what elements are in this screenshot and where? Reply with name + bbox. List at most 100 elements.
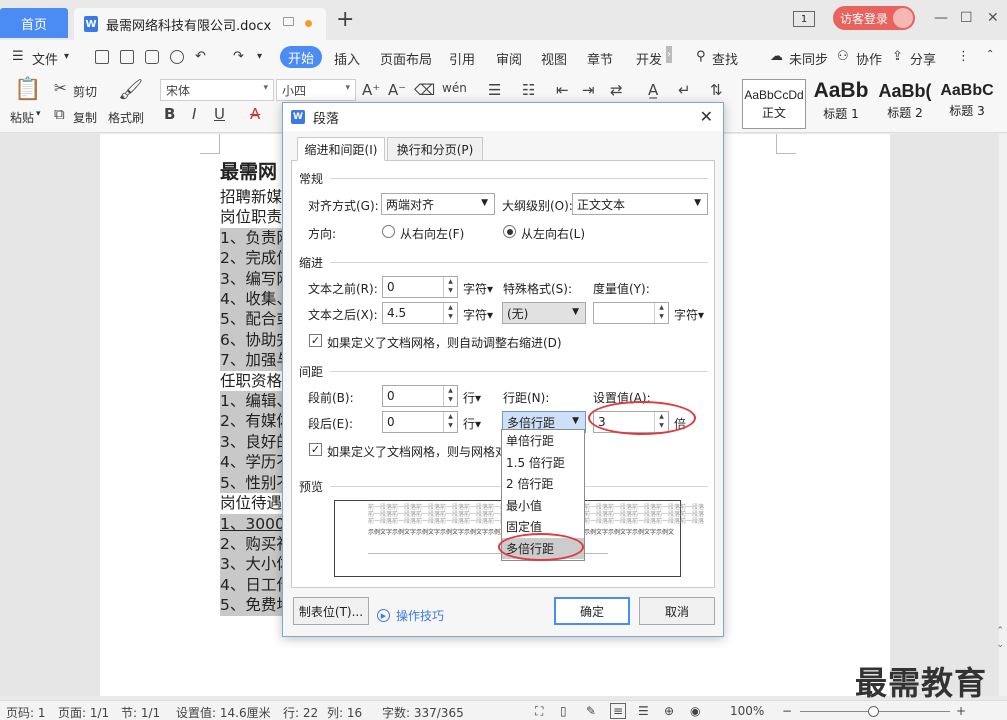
copy-label[interactable]: 复制: [73, 109, 97, 126]
indent-before-input[interactable]: 0 ▲ ▼: [382, 276, 458, 298]
indent-after-input[interactable]: 4.5 ▲ ▼: [382, 302, 458, 324]
auto-right-indent-label[interactable]: 如果定义了文档网格，则自动调整右缩进(D): [327, 334, 562, 351]
ok-button[interactable]: 确定: [554, 597, 630, 625]
page-count-badge[interactable]: 1: [793, 11, 815, 27]
rtl-label[interactable]: 从右向左(F): [400, 225, 464, 242]
menu-view[interactable]: 视图: [541, 49, 567, 68]
paste-label[interactable]: 粘贴: [10, 109, 34, 126]
menu-start[interactable]: 开始: [280, 46, 322, 68]
phonetic-guide-icon[interactable]: wén: [442, 81, 467, 95]
snap-grid-label[interactable]: 如果定义了文档网格，则与网格对: [327, 443, 507, 460]
format-painter-label[interactable]: 格式刷: [108, 109, 144, 126]
tab-document[interactable]: W 最需网络科技有限公司.docx: [74, 8, 326, 40]
sort-icon[interactable]: ⇅: [710, 81, 723, 99]
measure-input[interactable]: ▲ ▼: [593, 302, 669, 324]
font-family-select[interactable]: 宋体 ▾: [160, 79, 274, 101]
space-before-input[interactable]: 0 ▲ ▼: [382, 385, 458, 407]
zoom-level[interactable]: 100%: [730, 704, 764, 718]
tips-link[interactable]: ▶ 操作技巧: [377, 607, 444, 624]
menu-references[interactable]: 引用: [449, 49, 475, 68]
underline-button[interactable]: U: [214, 105, 225, 123]
auto-right-indent-checkbox[interactable]: ✓: [309, 334, 322, 347]
decrease-indent-icon[interactable]: ⇤: [556, 81, 569, 99]
spinner-arrows-icon[interactable]: ▲ ▼: [443, 386, 457, 406]
new-tab-button[interactable]: +: [336, 9, 354, 31]
menu-developer[interactable]: 开发: [636, 49, 662, 68]
zoom-in-button[interactable]: +: [956, 704, 966, 718]
shrink-font-icon[interactable]: A⁻: [388, 81, 406, 99]
radio-rtl[interactable]: [382, 225, 395, 238]
radio-ltr[interactable]: [503, 225, 516, 238]
text-direction-icon[interactable]: ⇄: [610, 81, 623, 99]
menu-collab[interactable]: 协作: [856, 49, 882, 68]
cut-label[interactable]: 剪切: [73, 83, 97, 100]
status-col[interactable]: 列: 16: [327, 704, 362, 720]
text-effects-icon[interactable]: A̲: [648, 81, 658, 99]
close-button[interactable]: ✕: [987, 10, 999, 26]
paste-dropdown-icon[interactable]: ▾: [36, 109, 41, 119]
spinner-arrows-icon[interactable]: ▲ ▼: [443, 303, 457, 323]
page-nav-arrows-icon[interactable]: ⌃ ⌄: [996, 624, 1004, 652]
tab-indent-spacing[interactable]: 缩进和间距(I): [297, 137, 385, 161]
print-icon[interactable]: [145, 50, 159, 64]
spinner-arrows-icon[interactable]: ▲ ▼: [443, 412, 457, 432]
paste-icon[interactable]: 📋: [14, 77, 41, 102]
outline-view-icon[interactable]: ☰: [638, 704, 649, 718]
export-pdf-icon[interactable]: [120, 50, 134, 64]
indent-before-unit[interactable]: 字符▾: [463, 280, 493, 297]
style-heading-1[interactable]: AaBb 标题 1: [810, 79, 872, 129]
maximize-button[interactable]: ☐: [960, 10, 973, 26]
indent-after-unit[interactable]: 字符▾: [463, 306, 493, 323]
status-section[interactable]: 节: 1/1: [121, 704, 160, 720]
tab-home[interactable]: 首页: [0, 8, 68, 38]
format-painter-icon[interactable]: 🖌: [118, 77, 143, 101]
menu-page-layout[interactable]: 页面布局: [380, 49, 432, 68]
vertical-scrollbar[interactable]: ⌃ ⌄: [996, 134, 1007, 696]
line-option-single[interactable]: 单倍行距: [502, 430, 584, 452]
zoom-slider[interactable]: [800, 706, 950, 717]
measure-unit[interactable]: 字符▾: [674, 306, 704, 323]
undo-icon[interactable]: ↶: [195, 49, 206, 64]
space-after-unit[interactable]: 行▾: [463, 415, 481, 432]
save-icon[interactable]: [95, 50, 109, 64]
italic-button[interactable]: I: [192, 105, 196, 123]
bold-button[interactable]: B: [164, 105, 175, 123]
quick-access-more-icon[interactable]: ▾: [257, 51, 262, 62]
menu-review[interactable]: 审阅: [496, 49, 522, 68]
clear-format-icon[interactable]: ⌫: [414, 81, 435, 99]
login-button[interactable]: 访客登录: [833, 6, 915, 30]
web-view-icon[interactable]: ⊕: [664, 704, 674, 718]
menu-share[interactable]: 分享: [910, 49, 936, 68]
bullets-icon[interactable]: ☰: [488, 81, 501, 99]
align-select[interactable]: 两端对齐 ▼: [381, 193, 495, 215]
menu-chapter[interactable]: 章节: [587, 49, 613, 68]
eye-protect-icon[interactable]: ◉: [690, 704, 700, 718]
special-format-select[interactable]: (无) ▼: [502, 302, 586, 324]
style-heading-2[interactable]: AaBb( 标题 2: [874, 79, 936, 129]
menu-file[interactable]: 文件: [32, 49, 58, 68]
redo-icon[interactable]: ↷: [233, 49, 244, 64]
copy-icon[interactable]: ⧉: [54, 105, 65, 123]
snap-grid-checkbox[interactable]: ✓: [309, 443, 322, 456]
status-setting[interactable]: 设置值: 14.6厘米: [176, 704, 271, 720]
space-before-unit[interactable]: 行▾: [463, 389, 481, 406]
outline-level-select[interactable]: 正文文本 ▼: [572, 193, 708, 215]
print-preview-icon[interactable]: [170, 50, 184, 64]
search-icon[interactable]: ⚲: [696, 49, 706, 64]
pen-icon[interactable]: ✎: [586, 704, 596, 718]
dialog-close-button[interactable]: ✕: [700, 107, 713, 126]
status-pages[interactable]: 页面: 1/1: [58, 704, 109, 720]
line-option-1-5[interactable]: 1.5 倍行距: [502, 452, 584, 474]
menu-scroll-right-icon[interactable]: ›: [666, 46, 672, 63]
spinner-arrows-icon[interactable]: ▲ ▼: [443, 277, 457, 297]
menu-search[interactable]: 查找: [712, 49, 738, 68]
monitor-icon[interactable]: [283, 17, 294, 26]
cancel-button[interactable]: 取消: [639, 597, 715, 625]
strikethrough-button[interactable]: A: [250, 105, 260, 123]
style-normal[interactable]: AaBbCcDd 正文: [742, 79, 806, 129]
space-after-input[interactable]: 0 ▲ ▼: [382, 411, 458, 433]
collapse-ribbon-icon[interactable]: ⌃: [986, 49, 994, 60]
line-option-double[interactable]: 2 倍行距: [502, 473, 584, 495]
zoom-slider-thumb[interactable]: [868, 706, 879, 717]
ltr-label[interactable]: 从左向右(L): [521, 225, 585, 242]
